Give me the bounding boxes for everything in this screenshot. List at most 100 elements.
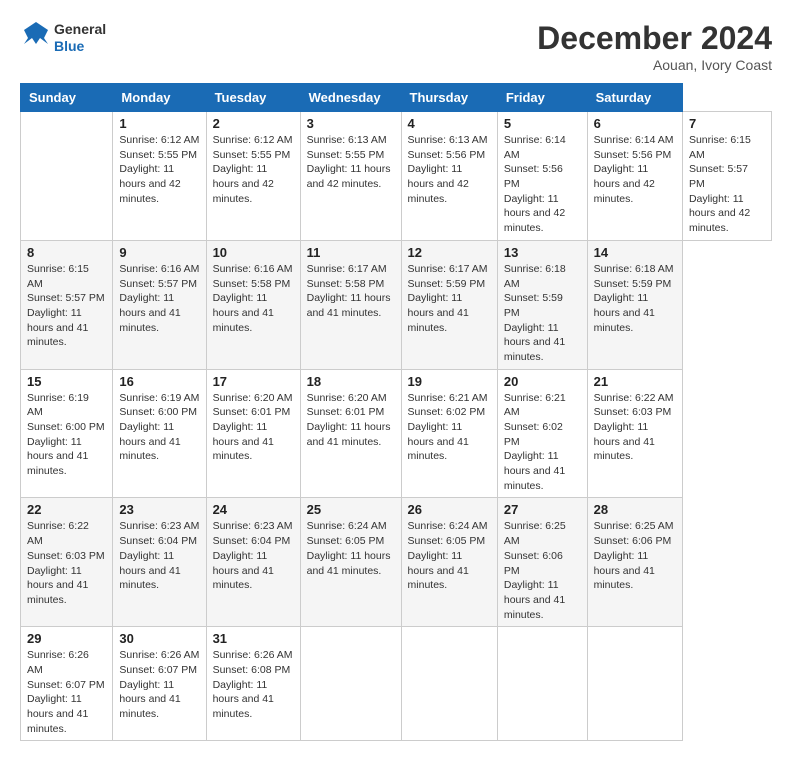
day-number: 20 — [504, 374, 581, 389]
day-number: 4 — [408, 116, 491, 131]
header-monday: Monday — [113, 84, 206, 112]
day-number: 3 — [307, 116, 395, 131]
calendar-cell: 9 Sunrise: 6:16 AMSunset: 5:57 PMDayligh… — [113, 240, 206, 369]
day-number: 13 — [504, 245, 581, 260]
page-header: General Blue December 2024 Aouan, Ivory … — [20, 20, 772, 73]
day-info: Sunrise: 6:16 AMSunset: 5:57 PMDaylight:… — [119, 262, 199, 335]
day-number: 19 — [408, 374, 491, 389]
calendar-body: 1 Sunrise: 6:12 AMSunset: 5:55 PMDayligh… — [21, 112, 772, 741]
day-number: 27 — [504, 502, 581, 517]
day-info: Sunrise: 6:13 AMSunset: 5:55 PMDaylight:… — [307, 133, 395, 192]
calendar-cell: 25 Sunrise: 6:24 AMSunset: 6:05 PMDaylig… — [300, 498, 401, 627]
header-wednesday: Wednesday — [300, 84, 401, 112]
calendar-cell: 6 Sunrise: 6:14 AMSunset: 5:56 PMDayligh… — [587, 112, 682, 241]
calendar-cell: 17 Sunrise: 6:20 AMSunset: 6:01 PMDaylig… — [206, 369, 300, 498]
calendar-cell: 18 Sunrise: 6:20 AMSunset: 6:01 PMDaylig… — [300, 369, 401, 498]
calendar-cell: 19 Sunrise: 6:21 AMSunset: 6:02 PMDaylig… — [401, 369, 497, 498]
header-friday: Friday — [497, 84, 587, 112]
calendar-cell: 22 Sunrise: 6:22 AMSunset: 6:03 PMDaylig… — [21, 498, 113, 627]
calendar-cell: 4 Sunrise: 6:13 AMSunset: 5:56 PMDayligh… — [401, 112, 497, 241]
header-tuesday: Tuesday — [206, 84, 300, 112]
calendar-cell: 24 Sunrise: 6:23 AMSunset: 6:04 PMDaylig… — [206, 498, 300, 627]
logo-text: General Blue — [54, 21, 106, 55]
day-info: Sunrise: 6:26 AMSunset: 6:08 PMDaylight:… — [213, 648, 294, 721]
day-info: Sunrise: 6:25 AMSunset: 6:06 PMDaylight:… — [504, 519, 581, 622]
day-info: Sunrise: 6:24 AMSunset: 6:05 PMDaylight:… — [307, 519, 395, 578]
day-number: 9 — [119, 245, 199, 260]
calendar-week-3: 15 Sunrise: 6:19 AMSunset: 6:00 PMDaylig… — [21, 369, 772, 498]
day-info: Sunrise: 6:14 AMSunset: 5:56 PMDaylight:… — [594, 133, 676, 206]
day-number: 29 — [27, 631, 106, 646]
calendar-cell — [21, 112, 113, 241]
calendar-week-1: 1 Sunrise: 6:12 AMSunset: 5:55 PMDayligh… — [21, 112, 772, 241]
calendar-header: Sunday Monday Tuesday Wednesday Thursday… — [21, 84, 772, 112]
calendar-cell: 12 Sunrise: 6:17 AMSunset: 5:59 PMDaylig… — [401, 240, 497, 369]
day-info: Sunrise: 6:22 AMSunset: 6:03 PMDaylight:… — [594, 391, 676, 464]
day-number: 2 — [213, 116, 294, 131]
day-info: Sunrise: 6:13 AMSunset: 5:56 PMDaylight:… — [408, 133, 491, 206]
calendar-cell: 28 Sunrise: 6:25 AMSunset: 6:06 PMDaylig… — [587, 498, 682, 627]
day-info: Sunrise: 6:21 AMSunset: 6:02 PMDaylight:… — [408, 391, 491, 464]
calendar-cell: 29 Sunrise: 6:26 AMSunset: 6:07 PMDaylig… — [21, 627, 113, 741]
day-number: 16 — [119, 374, 199, 389]
day-number: 7 — [689, 116, 765, 131]
day-info: Sunrise: 6:26 AMSunset: 6:07 PMDaylight:… — [119, 648, 199, 721]
day-number: 11 — [307, 245, 395, 260]
day-number: 6 — [594, 116, 676, 131]
calendar-cell: 21 Sunrise: 6:22 AMSunset: 6:03 PMDaylig… — [587, 369, 682, 498]
day-info: Sunrise: 6:15 AMSunset: 5:57 PMDaylight:… — [27, 262, 106, 350]
calendar-cell — [587, 627, 682, 741]
day-info: Sunrise: 6:20 AMSunset: 6:01 PMDaylight:… — [213, 391, 294, 464]
day-number: 21 — [594, 374, 676, 389]
day-info: Sunrise: 6:26 AMSunset: 6:07 PMDaylight:… — [27, 648, 106, 736]
calendar-subtitle: Aouan, Ivory Coast — [537, 57, 772, 73]
calendar-cell: 7 Sunrise: 6:15 AMSunset: 5:57 PMDayligh… — [682, 112, 771, 241]
calendar-table: Sunday Monday Tuesday Wednesday Thursday… — [20, 83, 772, 741]
calendar-week-2: 8 Sunrise: 6:15 AMSunset: 5:57 PMDayligh… — [21, 240, 772, 369]
calendar-cell: 13 Sunrise: 6:18 AMSunset: 5:59 PMDaylig… — [497, 240, 587, 369]
day-info: Sunrise: 6:19 AMSunset: 6:00 PMDaylight:… — [27, 391, 106, 479]
header-saturday: Saturday — [587, 84, 682, 112]
calendar-week-4: 22 Sunrise: 6:22 AMSunset: 6:03 PMDaylig… — [21, 498, 772, 627]
day-number: 25 — [307, 502, 395, 517]
header-sunday: Sunday — [21, 84, 113, 112]
day-number: 17 — [213, 374, 294, 389]
day-info: Sunrise: 6:17 AMSunset: 5:59 PMDaylight:… — [408, 262, 491, 335]
calendar-cell: 8 Sunrise: 6:15 AMSunset: 5:57 PMDayligh… — [21, 240, 113, 369]
calendar-cell: 14 Sunrise: 6:18 AMSunset: 5:59 PMDaylig… — [587, 240, 682, 369]
day-info: Sunrise: 6:15 AMSunset: 5:57 PMDaylight:… — [689, 133, 765, 236]
day-info: Sunrise: 6:16 AMSunset: 5:58 PMDaylight:… — [213, 262, 294, 335]
calendar-week-5: 29 Sunrise: 6:26 AMSunset: 6:07 PMDaylig… — [21, 627, 772, 741]
logo: General Blue — [20, 20, 106, 56]
calendar-cell: 3 Sunrise: 6:13 AMSunset: 5:55 PMDayligh… — [300, 112, 401, 241]
day-info: Sunrise: 6:24 AMSunset: 6:05 PMDaylight:… — [408, 519, 491, 592]
day-info: Sunrise: 6:12 AMSunset: 5:55 PMDaylight:… — [119, 133, 199, 206]
day-info: Sunrise: 6:25 AMSunset: 6:06 PMDaylight:… — [594, 519, 676, 592]
day-number: 1 — [119, 116, 199, 131]
day-number: 14 — [594, 245, 676, 260]
calendar-cell: 10 Sunrise: 6:16 AMSunset: 5:58 PMDaylig… — [206, 240, 300, 369]
day-info: Sunrise: 6:19 AMSunset: 6:00 PMDaylight:… — [119, 391, 199, 464]
calendar-cell: 2 Sunrise: 6:12 AMSunset: 5:55 PMDayligh… — [206, 112, 300, 241]
day-info: Sunrise: 6:18 AMSunset: 5:59 PMDaylight:… — [594, 262, 676, 335]
day-info: Sunrise: 6:20 AMSunset: 6:01 PMDaylight:… — [307, 391, 395, 450]
day-info: Sunrise: 6:18 AMSunset: 5:59 PMDaylight:… — [504, 262, 581, 365]
calendar-cell: 20 Sunrise: 6:21 AMSunset: 6:02 PMDaylig… — [497, 369, 587, 498]
day-number: 24 — [213, 502, 294, 517]
day-number: 18 — [307, 374, 395, 389]
day-info: Sunrise: 6:12 AMSunset: 5:55 PMDaylight:… — [213, 133, 294, 206]
title-block: December 2024 Aouan, Ivory Coast — [537, 20, 772, 73]
calendar-cell: 16 Sunrise: 6:19 AMSunset: 6:00 PMDaylig… — [113, 369, 206, 498]
calendar-cell: 23 Sunrise: 6:23 AMSunset: 6:04 PMDaylig… — [113, 498, 206, 627]
day-info: Sunrise: 6:21 AMSunset: 6:02 PMDaylight:… — [504, 391, 581, 494]
calendar-cell — [497, 627, 587, 741]
calendar-cell: 1 Sunrise: 6:12 AMSunset: 5:55 PMDayligh… — [113, 112, 206, 241]
header-thursday: Thursday — [401, 84, 497, 112]
day-info: Sunrise: 6:17 AMSunset: 5:58 PMDaylight:… — [307, 262, 395, 321]
day-info: Sunrise: 6:22 AMSunset: 6:03 PMDaylight:… — [27, 519, 106, 607]
calendar-cell: 31 Sunrise: 6:26 AMSunset: 6:08 PMDaylig… — [206, 627, 300, 741]
day-info: Sunrise: 6:23 AMSunset: 6:04 PMDaylight:… — [119, 519, 199, 592]
day-number: 23 — [119, 502, 199, 517]
day-number: 22 — [27, 502, 106, 517]
logo-bird-icon — [20, 20, 52, 56]
